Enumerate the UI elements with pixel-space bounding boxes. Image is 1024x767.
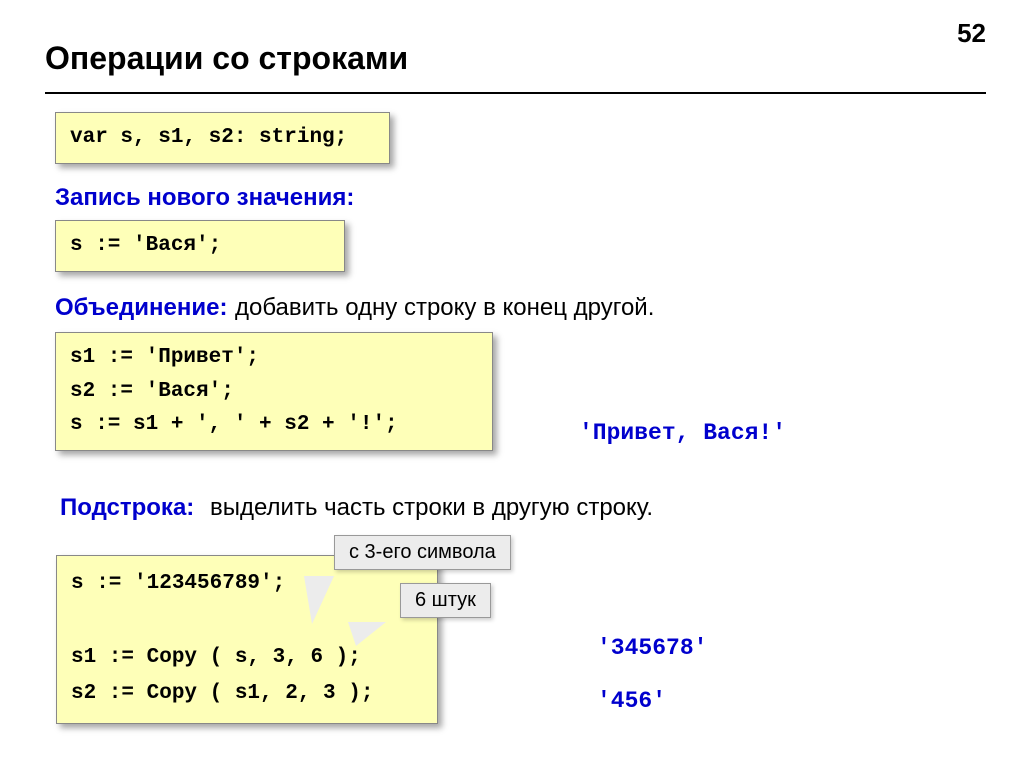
output-copy-2: '456' <box>597 688 666 714</box>
heading-concat-desc: добавить одну строку в конец другой. <box>235 294 654 322</box>
output-concat: 'Привет, Вася!' <box>579 420 786 446</box>
page-number: 52 <box>957 18 986 49</box>
code-assignment: s := 'Вася'; <box>55 220 345 272</box>
callout-pointer-1 <box>304 576 334 624</box>
heading-concat-label: Объединение: <box>55 294 227 322</box>
code-concat: s1 := 'Привет'; s2 := 'Вася'; s := s1 + … <box>55 332 493 451</box>
callout-pointer-2 <box>348 622 386 646</box>
heading-substring-label: Подстрока: <box>60 494 194 522</box>
callout-start-char: с 3-его символа <box>334 535 511 570</box>
code-declaration: var s, s1, s2: string; <box>55 112 390 164</box>
title-divider <box>45 92 986 94</box>
callout-count: 6 штук <box>400 583 491 618</box>
heading-assignment: Запись нового значения: <box>55 184 354 212</box>
heading-substring-desc: выделить часть строки в другую строку. <box>210 494 653 522</box>
slide-title: Операции со строками <box>45 40 408 77</box>
output-copy-1: '345678' <box>597 635 707 661</box>
